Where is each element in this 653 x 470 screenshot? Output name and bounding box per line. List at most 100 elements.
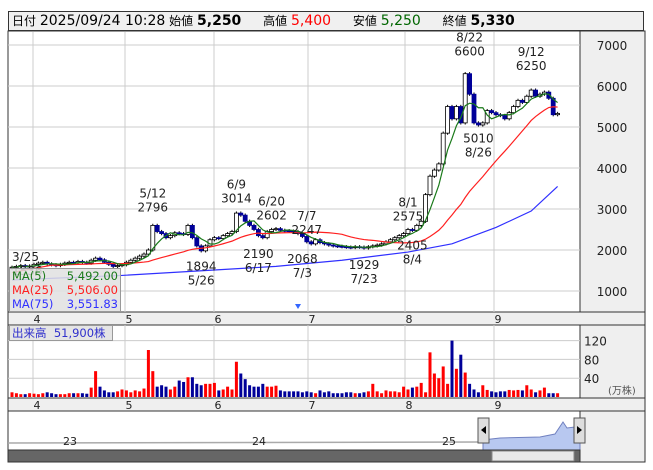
volume-bar <box>300 392 304 397</box>
annotation-date: 6/9 <box>227 177 246 191</box>
candle <box>128 259 134 263</box>
month-label: 8 <box>406 313 413 326</box>
candle <box>260 235 266 239</box>
stock-chart: 日付 2025/09/24 10:28 始値 5,250 高値 5,400 安値… <box>0 0 653 470</box>
annotation-date: 8/4 <box>403 252 422 266</box>
volume-bar <box>446 383 450 397</box>
navigator-left-handle[interactable] <box>477 417 490 444</box>
volume-bar <box>344 392 348 397</box>
volume-bar <box>138 391 142 397</box>
volume-bar <box>507 389 511 397</box>
volume-bar <box>146 350 150 397</box>
volume-bar <box>468 383 472 397</box>
volume-bar <box>177 380 181 397</box>
volume-bar <box>190 377 194 397</box>
volume-bar <box>107 392 111 397</box>
volume-bar <box>494 392 498 397</box>
volume-bar <box>340 393 344 397</box>
ma5-value: 5,492.00 <box>66 269 118 283</box>
volume-bar <box>454 368 458 397</box>
volume-bar <box>217 390 221 397</box>
price-tick-label: 6000 <box>597 80 628 94</box>
month-label: 6 <box>215 399 222 412</box>
price-tick-label: 7000 <box>597 39 628 53</box>
candle <box>555 113 560 116</box>
volume-bar <box>133 390 137 397</box>
volume-bar <box>226 386 230 397</box>
candle <box>167 235 173 239</box>
volume-bar <box>292 391 296 397</box>
volume-bar <box>261 383 265 397</box>
volume-bar <box>116 391 120 397</box>
volume-bar <box>490 391 494 397</box>
volume-bar <box>551 393 555 397</box>
annotation-date: 5/26 <box>188 273 215 287</box>
volume-bar <box>173 386 177 397</box>
volume-bar <box>41 393 45 397</box>
navigator-year-label: 24 <box>252 435 266 448</box>
candle <box>440 132 446 165</box>
navigator-right-handle[interactable] <box>573 417 586 444</box>
scrollbar-thumb[interactable] <box>491 450 575 462</box>
volume-bar <box>336 393 340 397</box>
volume-bar <box>547 393 551 397</box>
volume-bar <box>45 392 49 397</box>
price-tick-label: 3000 <box>597 203 628 217</box>
candle <box>427 175 433 196</box>
volume-bar <box>441 366 445 397</box>
candle <box>339 245 345 248</box>
annotation-date: 6/17 <box>245 261 272 275</box>
volume-bar <box>248 385 252 397</box>
candle <box>238 212 244 216</box>
volume-bar <box>472 389 476 397</box>
candle <box>326 243 332 246</box>
candle <box>449 106 455 120</box>
annotation-value: 2068 <box>287 252 318 266</box>
annotation-value: 2796 <box>138 200 169 214</box>
candle <box>141 253 147 257</box>
candle <box>405 229 411 234</box>
volume-bar <box>36 394 40 397</box>
volume-bar <box>296 391 300 397</box>
chart-canvas[interactable]: 4455667788991000200030004000500060007000… <box>0 0 653 470</box>
price-tick-label: 5000 <box>597 121 628 135</box>
volume-bar <box>120 389 124 397</box>
volume-bar <box>529 389 533 397</box>
annotation-value: 5010 <box>463 132 494 146</box>
navigator-line <box>7 441 484 444</box>
ma25-value: 5,506.00 <box>66 283 118 297</box>
navigator-year-label: 23 <box>63 435 77 448</box>
month-label: 7 <box>309 313 316 326</box>
volume-bar <box>256 386 260 397</box>
volume-bar <box>111 392 115 397</box>
month-label: 9 <box>495 399 502 412</box>
candle <box>396 235 402 239</box>
price-tick-label: 1000 <box>597 285 628 299</box>
month-label: 8 <box>406 399 413 412</box>
volume-bar <box>151 371 155 397</box>
volume-bar <box>270 386 274 397</box>
volume-bar <box>331 393 335 397</box>
volume-bar <box>32 393 36 397</box>
volume-bar <box>54 394 58 397</box>
candle <box>216 237 222 240</box>
volume-bar <box>204 383 208 397</box>
annotation-value: 2602 <box>256 208 287 222</box>
candle <box>475 122 481 126</box>
volume-bar <box>186 377 190 397</box>
candle <box>242 214 248 222</box>
candle <box>313 239 319 245</box>
volume-bar <box>322 392 326 397</box>
candle <box>110 263 116 267</box>
volume-bar <box>23 394 27 397</box>
annotation-value: 6600 <box>454 44 485 58</box>
volume-bar <box>366 391 370 397</box>
volume-bar <box>358 393 362 397</box>
volume-bar <box>388 391 392 397</box>
volume-bar <box>283 391 287 397</box>
volume-bar <box>402 386 406 397</box>
volume-bar <box>230 389 234 397</box>
volume-bar <box>80 393 84 397</box>
volume-bar <box>384 390 388 397</box>
candle <box>225 233 231 237</box>
